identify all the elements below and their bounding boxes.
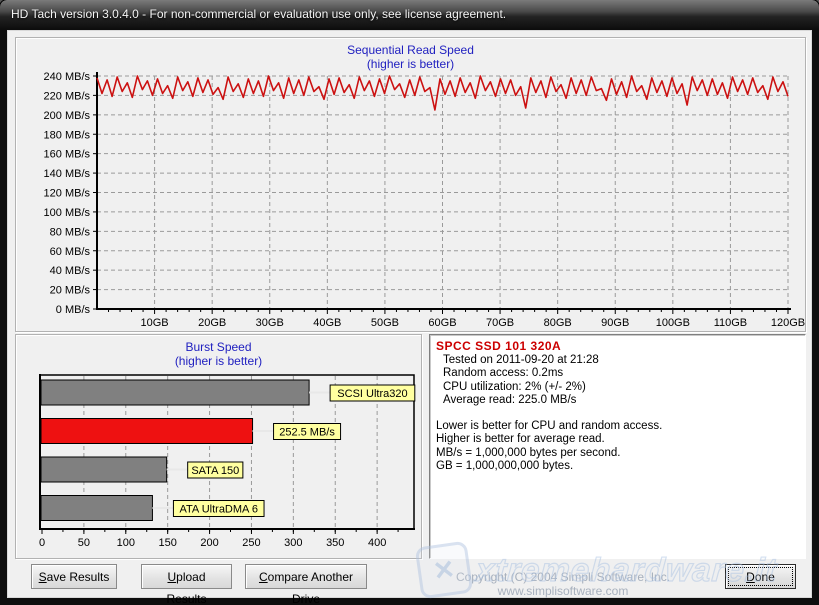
x-axis-tick-label: 200 [200, 537, 218, 549]
x-axis-tick-label: 60GB [428, 317, 456, 329]
x-axis-tick-label: 400 [368, 537, 386, 549]
burst-bar [41, 419, 253, 444]
x-axis-tick-label: 120GB [771, 317, 805, 329]
done-button[interactable]: Done [725, 564, 796, 589]
compare-another-drive-button[interactable]: Compare Another Drive [245, 564, 367, 589]
save-results-button[interactable]: Save Results [31, 564, 117, 589]
bar-callout-label: ATA UltraDMA 6 [180, 504, 258, 516]
note-line: GB = 1,000,000,000 bytes. [436, 460, 799, 474]
y-axis-tick-label: 180 MB/s [44, 129, 91, 141]
x-axis-tick-label: 20GB [198, 317, 226, 329]
burst-bar [41, 457, 167, 482]
drive-name: SPCC SSD 101 320A [436, 340, 799, 354]
x-axis-tick-label: 50GB [371, 317, 399, 329]
y-axis-tick-label: 240 MB/s [44, 71, 91, 83]
bar-callout-label: 252.5 MB/s [279, 427, 335, 439]
y-axis-tick-label: 0 MB/s [56, 304, 91, 316]
bar-callout-label: SCSI Ultra320 [337, 388, 407, 400]
x-axis-tick-label: 90GB [601, 317, 629, 329]
y-axis-tick-label: 140 MB/s [44, 168, 91, 180]
y-axis-tick-label: 80 MB/s [50, 226, 91, 238]
x-axis-tick-label: 0 [39, 537, 45, 549]
title-bar[interactable]: HD Tach version 3.0.4.0 - For non-commer… [0, 0, 819, 30]
client-area: Sequential Read Speed (higher is better)… [7, 30, 812, 598]
bar-callout-label: SATA 150 [191, 465, 239, 477]
note-line: Higher is better for average read. [436, 433, 799, 447]
upload-results-button[interactable]: Upload Results [141, 564, 232, 589]
sequential-read-chart: 10GB 20GB 30GB 40GB 50GB 60GB 70GB 80GB 90GB 100G… [16, 38, 805, 331]
average-read-line: Average read: 225.0 MB/s [436, 394, 799, 408]
x-axis-tick-label: 300 [284, 537, 302, 549]
y-axis-tick-label: 120 MB/s [44, 188, 91, 200]
sequential-read-groupbox: Sequential Read Speed (higher is better)… [15, 37, 806, 332]
x-axis-tick-label: 100 [117, 537, 135, 549]
y-axis-tick-label: 160 MB/s [44, 149, 91, 161]
x-axis-tick-label: 110GB [714, 317, 747, 329]
window-title: HD Tach version 3.0.4.0 - For non-commer… [11, 7, 506, 21]
x-axis-tick-label: 80GB [544, 317, 572, 329]
x-axis-tick-label: 350 [326, 537, 344, 549]
x-axis-tick-label: 40GB [313, 317, 341, 329]
copyright-text: Copyright (C) 2004 Simpli Software, Inc.… [393, 570, 733, 598]
cpu-utilization-line: CPU utilization: 2% (+/- 2%) [436, 381, 799, 395]
y-axis-tick-label: 60 MB/s [50, 246, 91, 258]
x-axis-tick-label: 250 [242, 537, 260, 549]
x-axis-tick-label: 50 [78, 537, 90, 549]
burst-speed-chart: 0 50 100 150 200 250 300 350 400 SCSI Ultra320 252… [16, 335, 421, 558]
y-axis-tick-label: 200 MB/s [44, 110, 91, 122]
x-axis-tick-label: 30GB [256, 317, 284, 329]
y-axis-tick-label: 20 MB/s [50, 285, 91, 297]
results-info-panel: SPCC SSD 101 320A Tested on 2011-09-20 a… [429, 334, 806, 559]
burst-speed-groupbox: Burst Speed (higher is better) 050100150… [15, 334, 422, 559]
hdtach-window: HD Tach version 3.0.4.0 - For non-commer… [0, 0, 819, 605]
note-line: MB/s = 1,000,000 bytes per second. [436, 447, 799, 461]
tested-on-line: Tested on 2011-09-20 at 21:28 [436, 354, 799, 368]
note-line: Lower is better for CPU and random acces… [436, 420, 799, 434]
y-axis-tick-label: 100 MB/s [44, 207, 91, 219]
x-axis-tick-label: 10GB [141, 317, 169, 329]
x-axis-tick-label: 150 [158, 537, 176, 549]
x-axis-tick-label: 70GB [486, 317, 514, 329]
burst-bar [41, 380, 309, 405]
burst-bar [41, 496, 152, 521]
y-axis-tick-label: 220 MB/s [44, 90, 91, 102]
x-axis-tick-label: 100GB [656, 317, 690, 329]
y-axis-tick-label: 40 MB/s [50, 265, 91, 277]
random-access-line: Random access: 0.2ms [436, 367, 799, 381]
